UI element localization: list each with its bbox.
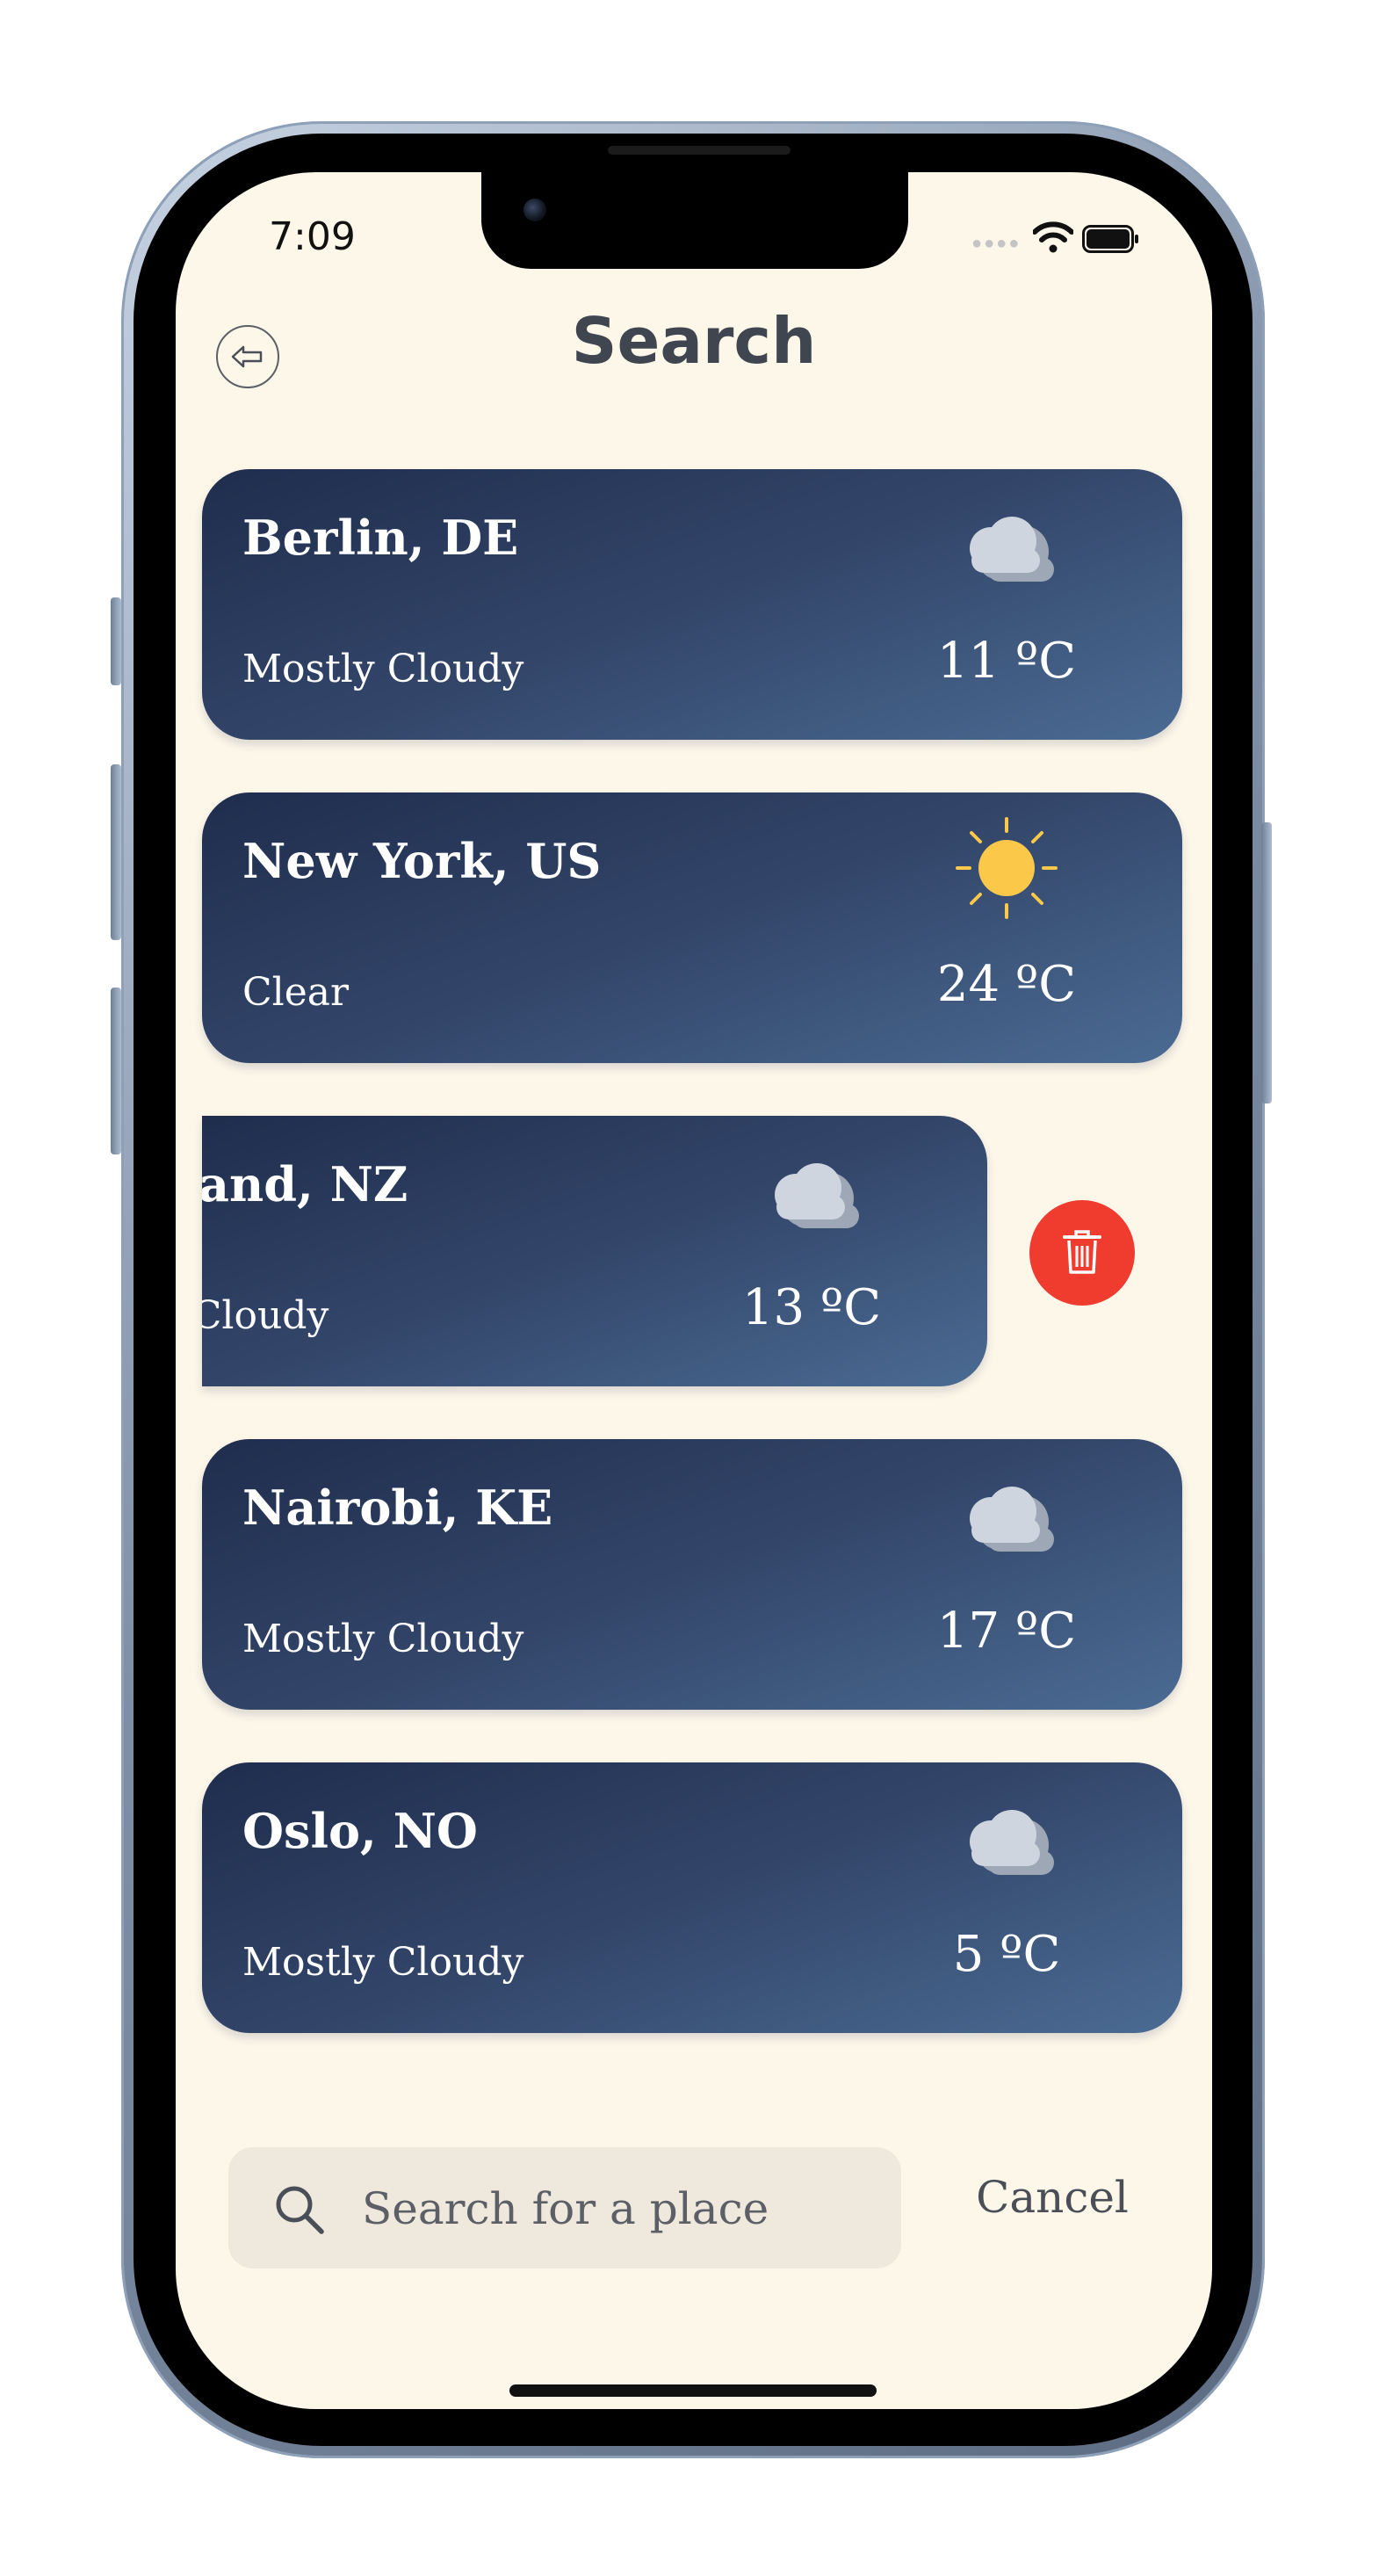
weather-card-auckland[interactable]: Auckland, NZ Mostly Cloudy 13 ºC — [202, 1116, 987, 1386]
cancel-button[interactable]: Cancel — [964, 2172, 1140, 2223]
cloud-icon — [970, 1487, 1054, 1552]
volume-up-button — [111, 764, 121, 940]
status-indicators: ●●●● — [971, 221, 1138, 257]
weather-card-new-york[interactable]: New York, US Clear 24 ºC — [202, 792, 1182, 1063]
card-city: Auckland, NZ — [202, 1156, 408, 1212]
card-city: New York, US — [242, 833, 602, 889]
notch — [481, 172, 908, 269]
search-input[interactable] — [360, 2175, 873, 2242]
card-condition: Mostly Cloudy — [242, 647, 524, 691]
card-temperature: 11 ºC — [936, 633, 1077, 690]
delete-button[interactable] — [1029, 1200, 1135, 1306]
card-temperature: 13 ºC — [741, 1279, 882, 1336]
earpiece-speaker — [608, 146, 791, 155]
weather-card-nairobi[interactable]: Nairobi, KE Mostly Cloudy 17 ºC — [202, 1439, 1182, 1710]
card-temperature: 17 ºC — [936, 1603, 1077, 1660]
card-city: Nairobi, KE — [242, 1480, 553, 1536]
trash-icon — [1063, 1230, 1101, 1274]
cloud-icon — [775, 1163, 859, 1228]
weather-card-oslo[interactable]: Oslo, NO Mostly Cloudy 5 ºC — [202, 1762, 1182, 2033]
wifi-icon — [1033, 221, 1073, 253]
volume-down-button — [111, 988, 121, 1154]
power-button — [1261, 822, 1272, 1103]
sun-icon — [956, 817, 1058, 919]
cloud-icon — [970, 517, 1054, 582]
card-condition: Clear — [242, 970, 350, 1015]
signal-icon: ●●●● — [971, 234, 1022, 253]
card-city: Oslo, NO — [242, 1803, 478, 1859]
mute-switch — [111, 597, 121, 685]
page-title: Search — [571, 304, 817, 378]
card-condition: Mostly Cloudy — [242, 1940, 524, 1985]
search-bar[interactable] — [228, 2147, 901, 2268]
card-temperature: 24 ºC — [936, 956, 1077, 1013]
search-icon — [276, 2186, 324, 2234]
card-city: Berlin, DE — [242, 510, 519, 566]
cloud-icon — [970, 1810, 1054, 1875]
screen: 7:09 ●●●● Search Berlin, DE Mostly Cloud… — [176, 172, 1212, 2409]
card-temperature: 5 ºC — [952, 1926, 1061, 1983]
card-condition: Mostly Cloudy — [202, 1293, 329, 1338]
status-time: 7:09 — [269, 214, 356, 259]
camera-icon — [523, 199, 546, 221]
weather-card-berlin[interactable]: Berlin, DE Mostly Cloudy 11 ºC — [202, 469, 1182, 740]
battery-icon — [1082, 225, 1138, 253]
home-indicator[interactable] — [509, 2384, 877, 2397]
card-condition: Mostly Cloudy — [242, 1617, 524, 1661]
